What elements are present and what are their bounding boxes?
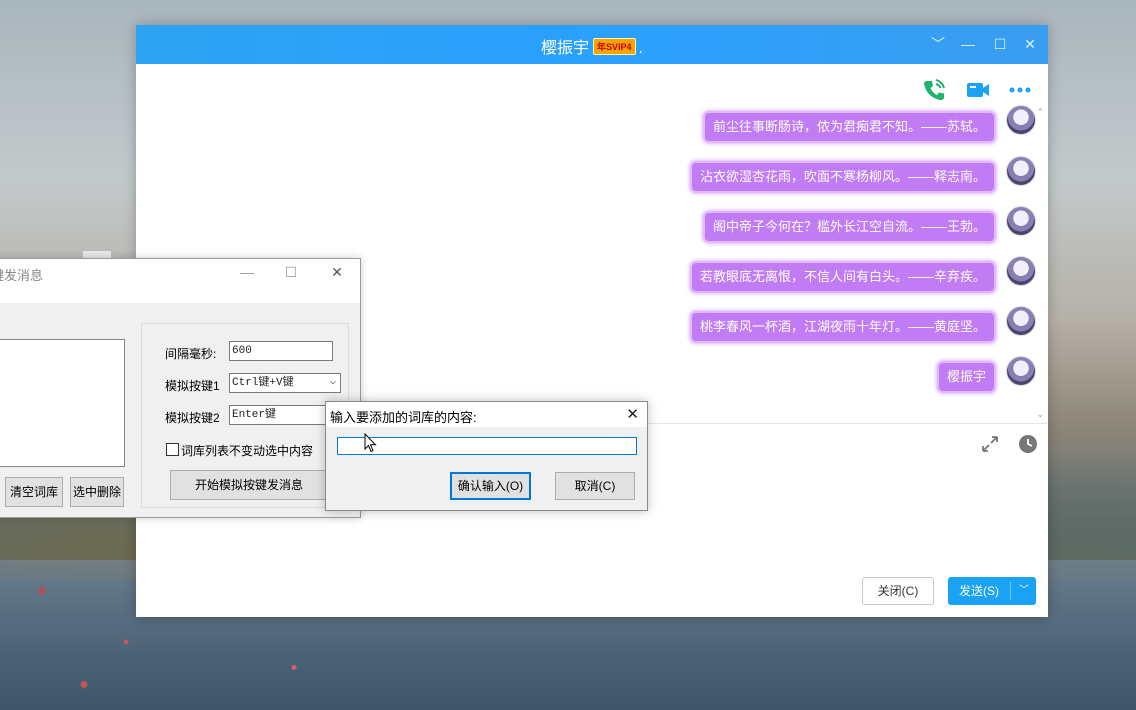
message-bubble[interactable]: 若教眼底无离恨，不信人间有白头。——辛弃疾。 bbox=[689, 261, 996, 293]
status-dot: . bbox=[638, 40, 643, 57]
message-bubble[interactable]: 前尘往事断肠诗，侬为君痴君不知。——苏轼。 bbox=[702, 111, 996, 143]
minimize-icon[interactable]: — bbox=[237, 263, 257, 281]
send-button-separator bbox=[1010, 582, 1011, 600]
key1-label: 模拟按键1 bbox=[165, 379, 220, 393]
scroll-down-icon[interactable]: ⌄ bbox=[1036, 409, 1044, 420]
word-library-list[interactable] bbox=[0, 339, 125, 467]
interval-input[interactable]: 600 bbox=[229, 341, 333, 361]
key1-select[interactable]: Ctrl键+V键 ⌵ bbox=[229, 373, 341, 393]
cancel-button[interactable]: 取消(C) bbox=[555, 472, 635, 500]
maximize-icon[interactable]: ☐ bbox=[992, 36, 1008, 52]
chevron-down-icon[interactable]: ﹀ bbox=[930, 36, 946, 52]
maximize-icon[interactable]: ☐ bbox=[281, 263, 301, 281]
key1-select-value: Ctrl键+V键 bbox=[232, 377, 294, 389]
clear-library-button[interactable]: 清空词库 bbox=[5, 477, 63, 507]
send-options-chevron-icon[interactable]: ﹀ bbox=[1012, 577, 1036, 605]
message-bubble[interactable]: 阁中帝子今何在？槛外长江空自流。——王勃。 bbox=[702, 211, 996, 243]
message-bubble[interactable]: 沾衣欲湿杏花雨，吹面不寒杨柳风。——释志南。 bbox=[689, 161, 996, 193]
keep-selection-checkbox[interactable] bbox=[166, 443, 179, 456]
message-bubble[interactable]: 桃李春风一杯酒，江湖夜雨十年灯。——黄庭坚。 bbox=[689, 311, 996, 343]
avatar[interactable] bbox=[1006, 256, 1036, 286]
key2-select-value: Enter键 bbox=[232, 409, 277, 421]
tool-titlebar[interactable]: 键发消息 — ☐ ✕ bbox=[0, 259, 360, 303]
avatar[interactable] bbox=[1006, 306, 1036, 336]
avatar[interactable] bbox=[1006, 156, 1036, 186]
key2-label: 模拟按键2 bbox=[165, 411, 220, 425]
add-word-dialog: 输入要添加的词库的内容: ✕ 确认输入(O) 取消(C) bbox=[325, 401, 648, 511]
close-icon[interactable]: ✕ bbox=[1022, 36, 1038, 52]
delete-selected-button[interactable]: 选中删除 bbox=[70, 477, 124, 507]
close-chat-button[interactable]: 关闭(C) bbox=[862, 577, 934, 605]
chat-title: 樱振宇 年SVIP4. bbox=[136, 34, 1048, 58]
close-icon[interactable]: ✕ bbox=[626, 405, 639, 423]
send-button-label[interactable]: 发送(S) bbox=[948, 577, 1010, 605]
avatar[interactable] bbox=[1006, 206, 1036, 236]
interval-label: 间隔毫秒: bbox=[165, 347, 217, 361]
start-sending-button[interactable]: 开始模拟按键发消息 bbox=[170, 470, 328, 500]
svip-badge[interactable]: 年SVIP4 bbox=[593, 37, 636, 55]
keep-selection-label: 词库列表不变动选中内容 bbox=[181, 444, 314, 458]
dialog-titlebar[interactable]: 输入要添加的词库的内容: ✕ bbox=[326, 402, 647, 427]
chevron-down-icon: ⌵ bbox=[329, 377, 336, 388]
mouse-cursor-icon bbox=[364, 433, 377, 453]
avatar[interactable] bbox=[1006, 356, 1036, 386]
chat-titlebar[interactable]: 樱振宇 年SVIP4. ﹀ — ☐ ✕ bbox=[136, 25, 1048, 64]
settings-group: 间隔毫秒: 600 模拟按键1 Ctrl键+V键 ⌵ 模拟按键2 Enter键 … bbox=[141, 323, 349, 508]
auto-send-tool-window: 键发消息 — ☐ ✕ 清空词库 选中删除 间隔毫秒: 600 模拟按键1 Ctr… bbox=[0, 258, 361, 518]
word-content-input[interactable] bbox=[337, 437, 637, 455]
phone-call-icon[interactable] bbox=[921, 77, 947, 103]
video-call-icon[interactable] bbox=[965, 77, 991, 103]
more-options-icon[interactable] bbox=[1007, 77, 1033, 103]
scroll-up-icon[interactable]: ⌃ bbox=[1036, 107, 1044, 118]
avatar[interactable] bbox=[1006, 105, 1036, 135]
contact-name[interactable]: 樱振宇 bbox=[541, 40, 589, 57]
expand-icon[interactable] bbox=[979, 433, 1001, 455]
message-bubble[interactable]: 樱振宇 bbox=[936, 361, 996, 393]
dialog-title: 输入要添加的词库的内容: bbox=[330, 410, 477, 425]
tool-title: 键发消息 bbox=[0, 268, 44, 283]
history-clock-icon[interactable] bbox=[1017, 433, 1039, 455]
send-button[interactable]: 发送(S) ﹀ bbox=[948, 577, 1036, 605]
confirm-input-button[interactable]: 确认输入(O) bbox=[450, 472, 531, 500]
close-icon[interactable]: ✕ bbox=[327, 263, 347, 281]
minimize-icon[interactable]: — bbox=[960, 36, 976, 52]
